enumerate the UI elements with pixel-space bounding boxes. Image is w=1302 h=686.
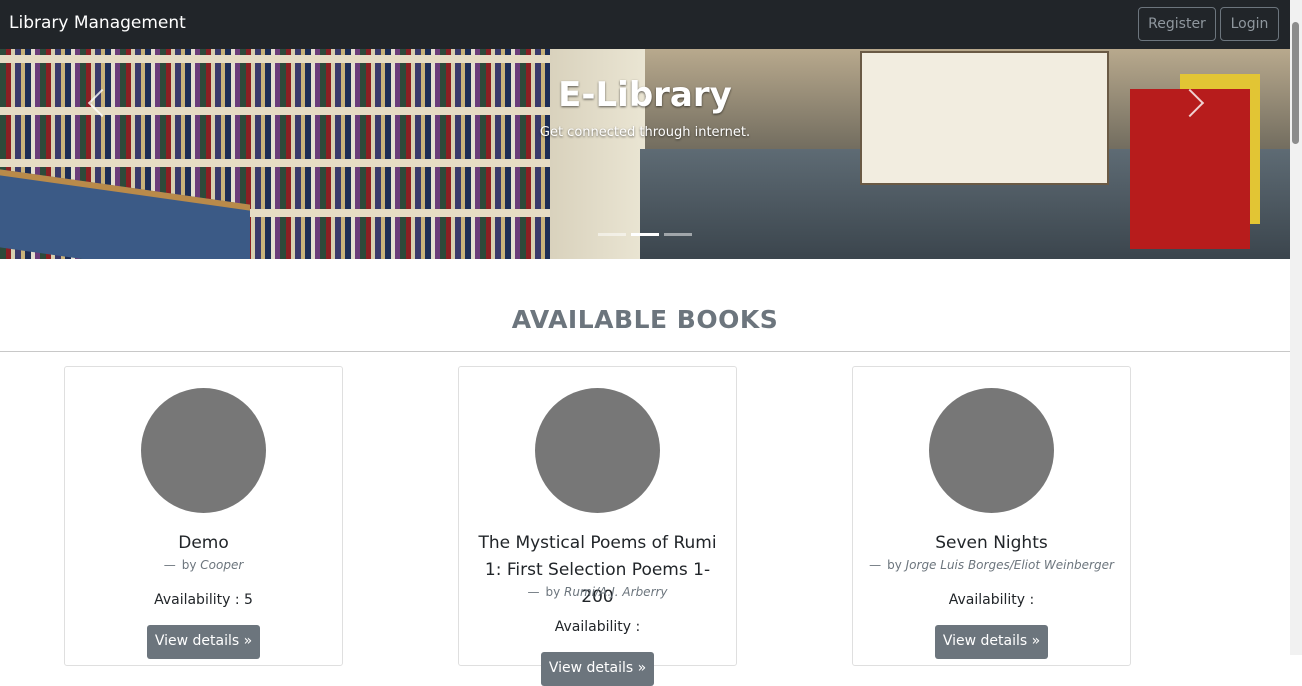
section-title: AVAILABLE BOOKS [511, 305, 779, 334]
scrollbar-thumb[interactable] [1292, 22, 1299, 144]
book-card: The Mystical Poems of Rumi 1: First Sele… [458, 366, 737, 686]
book-image [929, 388, 1054, 513]
book-title: Seven Nights [935, 533, 1048, 553]
book-availability: Availability : [948, 592, 1035, 608]
login-button[interactable]: Login [1220, 7, 1279, 41]
reading-desk [0, 169, 250, 259]
view-details-button[interactable]: View details » [935, 625, 1048, 659]
view-details-button[interactable]: View details » [147, 625, 260, 659]
book-card: Demo — by Cooper Availability : 5 View de… [64, 366, 343, 666]
carousel-title: E-Library [558, 75, 732, 115]
page-scrollbar[interactable] [1290, 0, 1302, 655]
top-navbar: Library Management Register Login [0, 0, 1302, 49]
hero-carousel: E-Library Get connected through internet… [0, 49, 1290, 259]
navbar-brand[interactable]: Library Management [9, 13, 186, 33]
view-details-button[interactable]: View details » [541, 652, 654, 686]
book-title: Demo [178, 533, 229, 553]
book-image [535, 388, 660, 513]
book-availability: Availability : 5 [154, 592, 253, 608]
carousel-caption: Get connected through internet. [539, 125, 751, 140]
register-button[interactable]: Register [1138, 7, 1216, 41]
open-book [860, 51, 1109, 185]
book-card: Seven Nights — by Jorge Luis Borges/Eliot… [852, 366, 1131, 666]
book-author: — by Jorge Luis Borges/Eliot Weinberger [869, 558, 1114, 572]
book-author: — by Rumi/A.J. Arberry [527, 585, 668, 599]
section-divider [0, 351, 1290, 352]
book-author: — by Cooper [163, 558, 244, 572]
carousel-indicator-1[interactable] [598, 233, 626, 236]
book-image [141, 388, 266, 513]
book-availability: Availability : [554, 619, 641, 635]
carousel-indicator-3[interactable] [664, 233, 692, 236]
carousel-indicator-2[interactable] [631, 233, 659, 236]
